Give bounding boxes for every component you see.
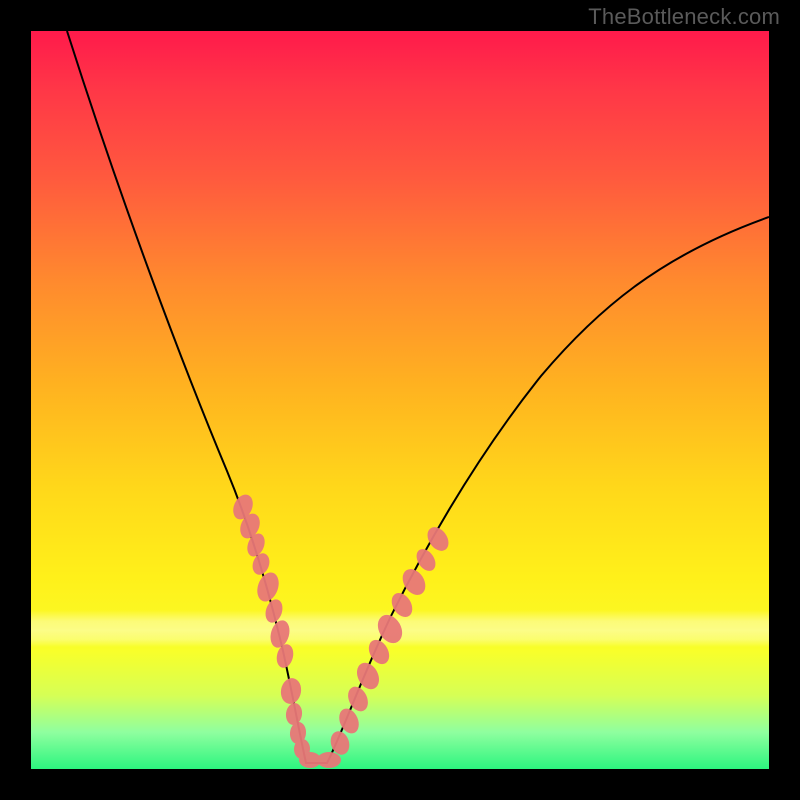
bottleneck-curve-path [67, 31, 769, 763]
left-highlight-cluster [229, 491, 295, 669]
curve-svg [31, 31, 769, 769]
watermark-text: TheBottleneck.com [588, 4, 780, 30]
plot-area [31, 31, 769, 769]
right-highlight-cluster [335, 523, 452, 736]
